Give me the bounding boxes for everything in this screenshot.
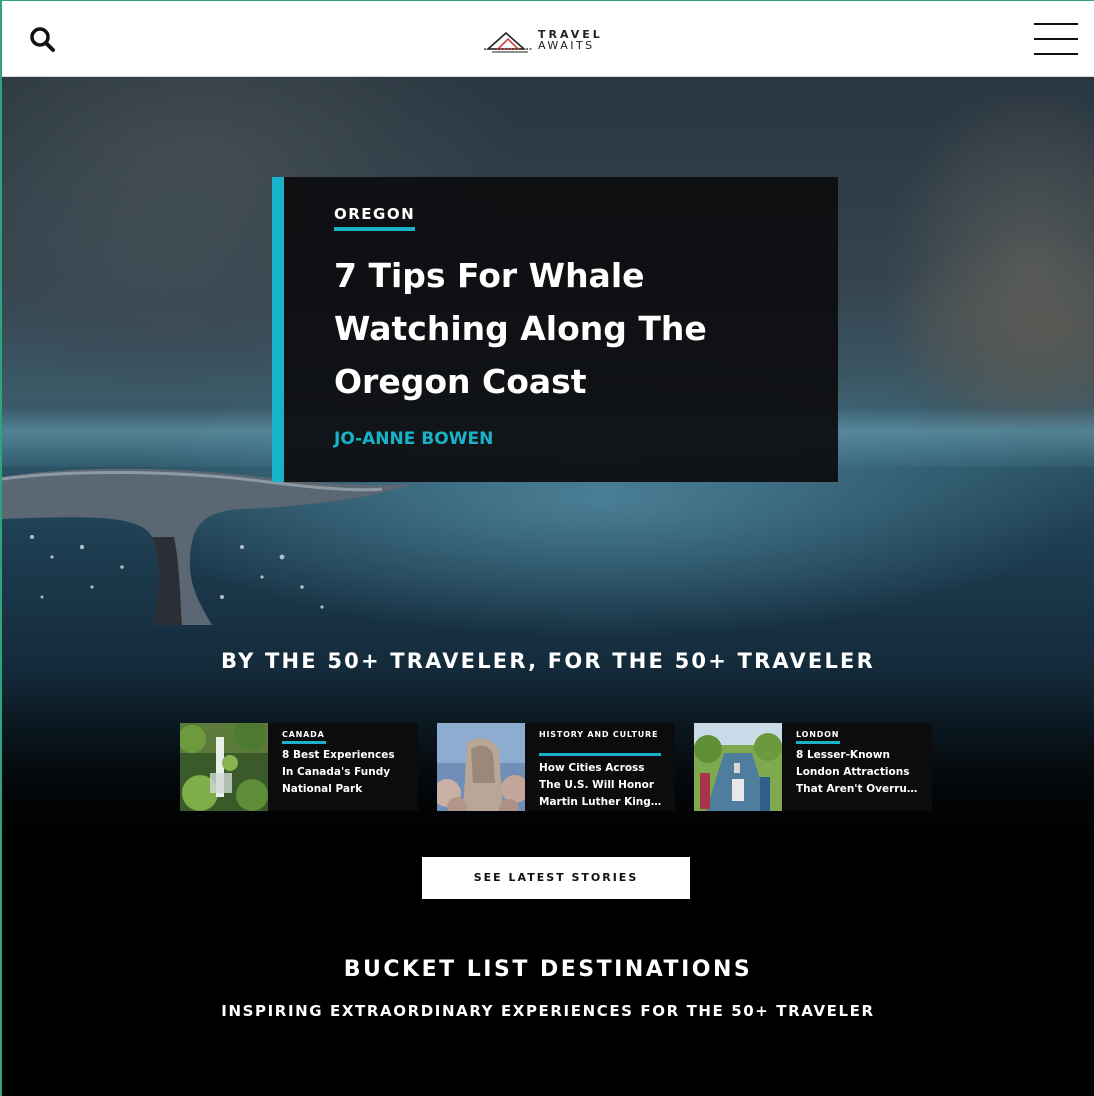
hero-section: OREGON 7 Tips For Whale Watching Along T… [2,77,1094,1096]
logo-line-awaits: AWAITS [538,39,595,52]
mini-story-title-line[interactable]: National Park [282,781,410,798]
hamburger-menu-icon [1034,53,1078,55]
mini-story-row: CANADA 8 Best Experiences In Canada's Fu… [180,723,940,811]
mini-story-title-line[interactable]: London Attractions [796,764,924,781]
site-tagline: BY THE 50+ TRAVELER, FOR THE 50+ TRAVELE… [221,649,875,673]
category-underline [282,741,326,744]
waterfall-thumbnail-image [180,723,268,811]
featured-story-author[interactable]: JO-ANNE BOWEN [334,429,493,449]
category-underline [796,741,840,744]
featured-category-tag[interactable]: OREGON [334,205,416,231]
category-underline [539,753,661,756]
bucket-list-heading: BUCKET LIST DESTINATIONS [343,957,753,982]
canal-boats-thumbnail-image [694,723,782,811]
see-latest-stories-button[interactable]: SEE LATEST STORIES [422,857,690,899]
site-header: TRAVEL AWAITS [2,1,1094,77]
mountain-logo-icon [484,31,532,53]
bucket-list-subheading: INSPIRING EXTRAORDINARY EXPERIENCES FOR … [221,1002,875,1020]
featured-story-title[interactable]: 7 Tips For Whale Watching Along The Oreg… [334,249,804,408]
mini-story-card[interactable]: HISTORY AND CULTURE How Cities Across Th… [437,723,675,811]
whale-tail-image [2,468,412,625]
mini-story-title-line[interactable]: 8 Lesser-Known [796,747,924,764]
mini-story-title-line[interactable]: Martin Luther King… [539,794,667,811]
mini-story-category[interactable]: HISTORY AND CULTURE [539,729,663,743]
mini-story-title-line[interactable]: The U.S. Will Honor [539,777,667,794]
featured-story-card[interactable]: OREGON 7 Tips For Whale Watching Along T… [272,177,838,482]
mini-story-title-line[interactable]: How Cities Across [539,760,667,777]
mini-story-title-line[interactable]: In Canada's Fundy [282,764,410,781]
page-frame: TRAVEL AWAITS OREGON 7 Tips For Whale Wa… [0,0,1094,1096]
menu-button[interactable] [1034,21,1078,57]
mini-story-title-line[interactable]: 8 Best Experiences [282,747,410,764]
search-icon [30,27,55,52]
mini-story-card[interactable]: LONDON 8 Lesser-Known London Attractions… [694,723,932,811]
search-button[interactable] [28,25,58,55]
hero-background-rock [862,77,1094,427]
memorial-statue-thumbnail-image [437,723,525,811]
hamburger-menu-icon [1034,38,1078,40]
logo-wordmark: TRAVEL AWAITS [538,29,603,51]
mini-story-card[interactable]: CANADA 8 Best Experiences In Canada's Fu… [180,723,418,811]
site-logo[interactable]: TRAVEL AWAITS [484,25,603,55]
mini-story-title-line[interactable]: That Aren't Overru… [796,781,924,798]
hamburger-menu-icon [1034,23,1078,25]
